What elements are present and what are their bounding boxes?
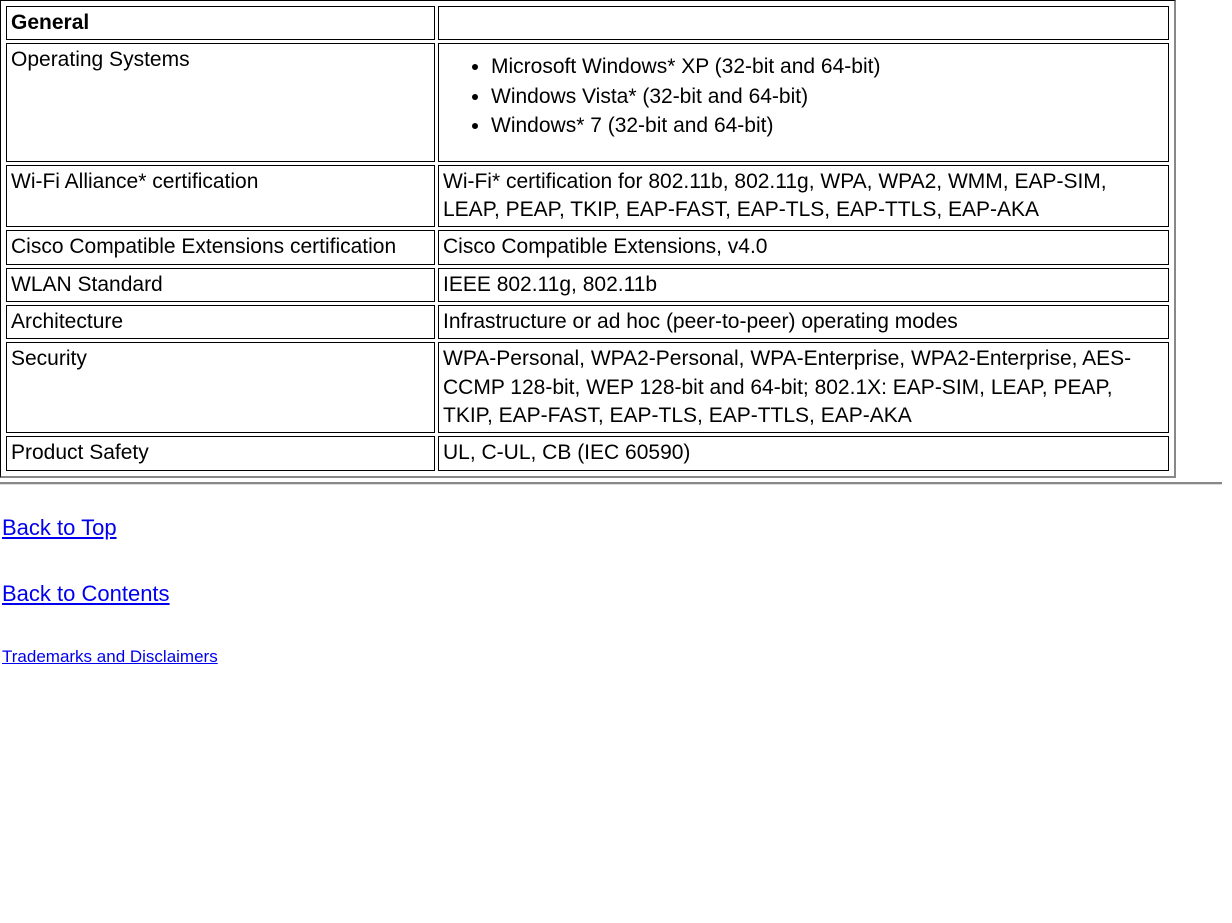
row-label: Product Safety — [6, 436, 435, 470]
row-label: Wi-Fi Alliance* certification — [6, 165, 435, 228]
os-list: Microsoft Windows* XP (32-bit and 64-bit… — [443, 52, 1164, 140]
back-to-contents-link-wrapper: Back to Contents — [2, 581, 1232, 607]
empty-cell — [438, 6, 1169, 40]
row-value: Infrastructure or ad hoc (peer-to-peer) … — [438, 305, 1169, 339]
table-header-row: General — [6, 6, 1169, 40]
row-value: WPA-Personal, WPA2-Personal, WPA-Enterpr… — [438, 342, 1169, 433]
row-label: WLAN Standard — [6, 268, 435, 302]
spec-table: General Operating Systems Microsoft Wind… — [3, 3, 1172, 474]
list-item: Windows Vista* (32-bit and 64-bit) — [491, 82, 1164, 111]
row-label: Architecture — [6, 305, 435, 339]
row-label: Cisco Compatible Extensions certificatio… — [6, 230, 435, 264]
footer-links: Back to Top Back to Contents Trademarks … — [0, 515, 1232, 667]
table-row: Security WPA-Personal, WPA2-Personal, WP… — [6, 342, 1169, 433]
list-item: Microsoft Windows* XP (32-bit and 64-bit… — [491, 52, 1164, 81]
table-row: Architecture Infrastructure or ad hoc (p… — [6, 305, 1169, 339]
table-header: General — [6, 6, 435, 40]
table-row: Product Safety UL, C-UL, CB (IEC 60590) — [6, 436, 1169, 470]
horizontal-divider — [0, 482, 1222, 485]
list-item: Windows* 7 (32-bit and 64-bit) — [491, 111, 1164, 140]
row-value: UL, C-UL, CB (IEC 60590) — [438, 436, 1169, 470]
row-value: Cisco Compatible Extensions, v4.0 — [438, 230, 1169, 264]
trademarks-link[interactable]: Trademarks and Disclaimers — [2, 647, 218, 666]
row-value: Wi-Fi* certification for 802.11b, 802.11… — [438, 165, 1169, 228]
row-value: Microsoft Windows* XP (32-bit and 64-bit… — [438, 43, 1169, 161]
row-label: Security — [6, 342, 435, 433]
table-row: Wi-Fi Alliance* certification Wi-Fi* cer… — [6, 165, 1169, 228]
trademarks-link-wrapper: Trademarks and Disclaimers — [2, 647, 1232, 667]
row-value: IEEE 802.11g, 802.11b — [438, 268, 1169, 302]
spec-table-container: General Operating Systems Microsoft Wind… — [0, 0, 1176, 478]
back-to-top-link-wrapper: Back to Top — [2, 515, 1232, 541]
table-row: Operating Systems Microsoft Windows* XP … — [6, 43, 1169, 161]
table-row: WLAN Standard IEEE 802.11g, 802.11b — [6, 268, 1169, 302]
back-to-top-link[interactable]: Back to Top — [2, 515, 117, 540]
table-row: Cisco Compatible Extensions certificatio… — [6, 230, 1169, 264]
row-label: Operating Systems — [6, 43, 435, 161]
back-to-contents-link[interactable]: Back to Contents — [2, 581, 170, 606]
